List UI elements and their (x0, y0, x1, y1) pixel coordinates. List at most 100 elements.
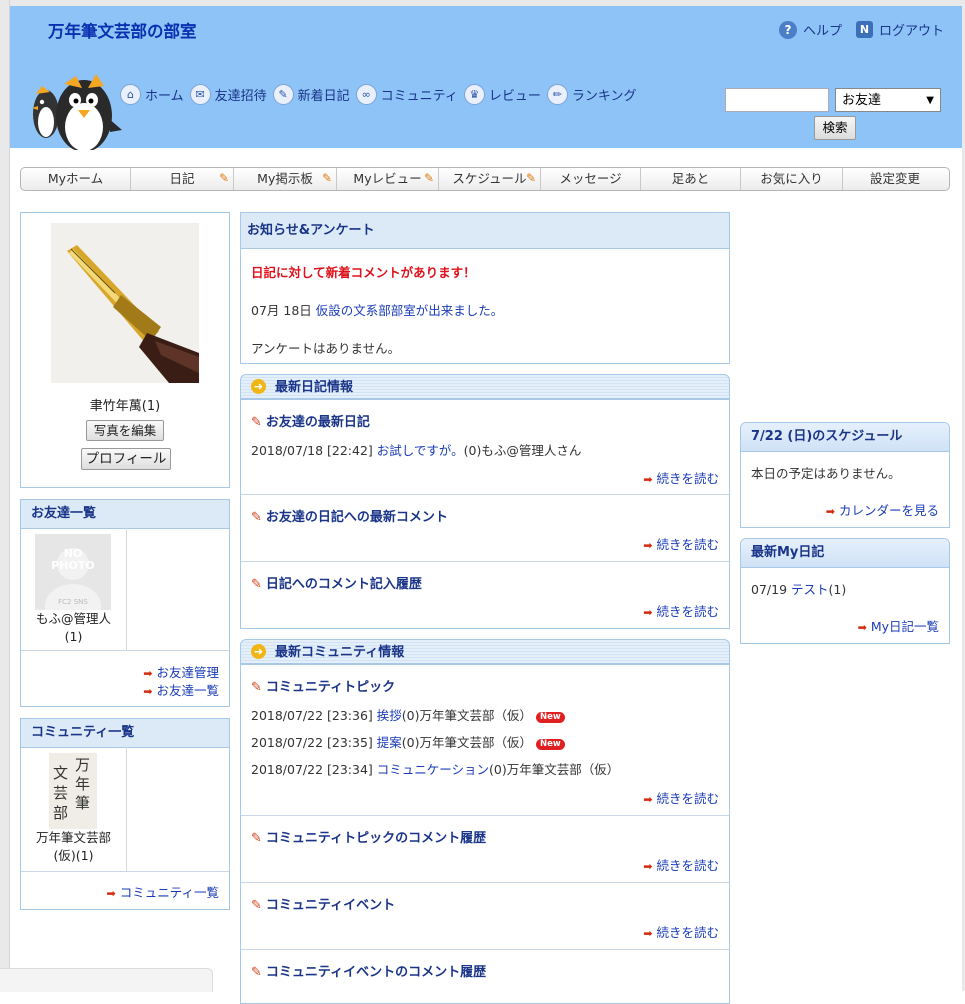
nav-invite[interactable]: ✉ 友達招待 (189, 84, 267, 105)
search-button[interactable]: 検索 (814, 116, 856, 140)
pencil-icon: ✎ (251, 680, 262, 695)
search-scope-select[interactable]: お友達 ▼ (835, 88, 941, 112)
profile-photo[interactable] (51, 223, 199, 383)
divider (241, 882, 729, 883)
friend-name[interactable]: もふ@管理人 (1) (21, 610, 126, 646)
my-diary-count: (1) (828, 582, 847, 597)
calendar-link[interactable]: ➡ カレンダーを見る (826, 500, 939, 519)
calligraphy-char: 部 (53, 804, 69, 822)
help-icon[interactable]: ? (778, 20, 797, 39)
tab-diary[interactable]: 日記 ✎ (131, 168, 234, 190)
friends-diary-title[interactable]: ✎ お友達の最新日記 (251, 411, 370, 430)
read-more-link[interactable]: ➡ 続きを読む (643, 601, 719, 620)
top-navigation: ⌂ ホーム ✉ 友達招待 ✎ 新着日記 ∞ コミュニティ ♛ レビュー ✏ ラン… (120, 84, 637, 105)
nav-community[interactable]: ∞ コミュニティ (355, 84, 458, 105)
fountain-pen-image (51, 223, 199, 383)
friends-diary-title-label: お友達の最新日記 (265, 415, 370, 430)
my-diary-link[interactable]: テスト (791, 582, 829, 597)
pencil-icon[interactable]: ✎ (320, 171, 334, 186)
pencil-icon: ✎ (251, 577, 262, 592)
site-title[interactable]: 万年筆文芸部の部室 (48, 18, 197, 42)
nav-ranking[interactable]: ✏ ランキング (546, 84, 637, 105)
pencil-icon: ✎ (251, 898, 262, 913)
search-input[interactable] (725, 88, 829, 112)
topic-link[interactable]: 挨拶 (377, 708, 402, 723)
nav-invite-label: 友達招待 (214, 89, 267, 104)
community-topic-title[interactable]: ✎ コミュニティトピック (251, 676, 395, 695)
edit-photo-button[interactable]: 写真を編集 (86, 420, 164, 441)
tab-my-board[interactable]: My掲示板 ✎ (234, 168, 337, 190)
community-icon: ∞ (355, 84, 377, 105)
community-item[interactable]: 万 年 文 筆 芸 部 万年筆文芸部 (仮)(1) (21, 747, 127, 872)
topic-comment-history-title[interactable]: ✎ コミュニティトピックのコメント履歴 (251, 827, 486, 846)
nav-home[interactable]: ⌂ ホーム (120, 84, 184, 105)
pencil-icon: ✎ (251, 415, 262, 430)
topic-link[interactable]: 提案 (377, 735, 402, 750)
calligraphy-char: 筆 (75, 794, 91, 812)
read-more-link[interactable]: ➡ 続きを読む (643, 922, 719, 941)
divider (241, 561, 729, 562)
calligraphy-char: 万 (75, 756, 91, 774)
help-logout-area: ? ヘルプ N ログアウト (778, 20, 944, 39)
no-photo-avatar: NO PHOTO FC2 SNS (35, 534, 111, 628)
logout-link[interactable]: ログアウト (879, 20, 944, 39)
news-date: 07月 18日 (251, 303, 312, 318)
tab-settings[interactable]: 設定変更 (843, 168, 947, 190)
tab-messages[interactable]: メッセージ (541, 168, 641, 190)
my-diary-list-link[interactable]: ➡ My日記一覧 (858, 616, 939, 635)
community-list-link[interactable]: ➡ コミュニティ一覧 (107, 882, 219, 901)
arrow-right-icon: ➡ (143, 685, 153, 698)
read-more-label: 続きを読む (656, 791, 719, 806)
pencil-icon[interactable]: ✎ (422, 171, 436, 186)
tab-label: Myレビュー (353, 171, 422, 186)
friends-list-label: お友達一覧 (156, 683, 219, 698)
pencil-icon: ✎ (251, 510, 262, 525)
my-diary-list-label: My日記一覧 (870, 619, 939, 634)
help-link[interactable]: ヘルプ (803, 20, 842, 39)
community-event-label: コミュニティイベント (265, 898, 396, 913)
tab-label: Myホーム (47, 171, 104, 186)
tab-schedule[interactable]: スケジュール ✎ (439, 168, 541, 190)
diary-comment-history-title[interactable]: ✎ 日記へのコメント記入履歴 (251, 573, 422, 592)
community-name[interactable]: 万年筆文芸部 (仮)(1) (21, 829, 126, 865)
penguin-mascot-icon (32, 74, 122, 150)
friends-list-link[interactable]: ➡ お友達一覧 (143, 680, 219, 699)
read-more-label: 続きを読む (656, 925, 719, 940)
pencil-icon[interactable]: ✎ (524, 171, 538, 186)
friends-diary-comments-title[interactable]: ✎ お友達の日記への最新コメント (251, 506, 448, 525)
read-more-link[interactable]: ➡ 続きを読む (643, 855, 719, 874)
event-comment-history-title[interactable]: ✎ コミュニティイベントのコメント履歴 (251, 961, 486, 980)
new-comment-alert[interactable]: 日記に対して新着コメントがあります！ (251, 262, 476, 281)
read-more-link[interactable]: ➡ 続きを読む (643, 468, 719, 487)
tab-favorites[interactable]: お気に入り (741, 168, 843, 190)
logout-icon[interactable]: N (855, 21, 873, 38)
read-more-link[interactable]: ➡ 続きを読む (643, 534, 719, 553)
friends-manage-link[interactable]: ➡ お友達管理 (143, 662, 219, 681)
event-comment-history-label: コミュニティイベントのコメント履歴 (265, 965, 487, 980)
tab-my-review[interactable]: Myレビュー ✎ (337, 168, 439, 190)
my-diary-box: 最新My日記 07/19 テスト(1) ➡ My日記一覧 (740, 538, 950, 644)
news-link[interactable]: 仮設の文系部部室が出来ました。 (316, 303, 504, 318)
pencil-icon[interactable]: ✎ (217, 171, 231, 186)
topic-row: 2018/07/22 [23:34] コミュニケーション(0)万年筆文芸部（仮） (251, 759, 619, 778)
friends-box: お友達一覧 NO PHOTO FC2 SNS もふ@管理人 (1) ➡ お友達管理 ➡… (20, 499, 230, 707)
nav-review[interactable]: ♛ レビュー (463, 84, 541, 105)
friend-item[interactable]: NO PHOTO FC2 SNS もふ@管理人 (1) (21, 528, 127, 651)
community-event-title[interactable]: ✎ コミュニティイベント (251, 894, 395, 913)
topic-link[interactable]: コミュニケーション (377, 762, 489, 777)
no-photo-brand: FC2 SNS (58, 598, 88, 606)
tab-label: メッセージ (559, 171, 622, 186)
arrow-circle-icon: ➜ (251, 379, 266, 394)
nav-new-diary[interactable]: ✎ 新着日記 (272, 84, 350, 105)
diary-entry-link[interactable]: お試しですが。 (377, 443, 464, 458)
divider (21, 650, 229, 651)
my-diary-box-title: 最新My日記 (741, 539, 949, 568)
community-name-label: 万年筆文芸部 (35, 830, 111, 845)
notice-box-title: お知らせ&アンケート (241, 213, 729, 249)
friends-diary-comments-label: お友達の日記への最新コメント (265, 510, 448, 525)
arrow-right-icon: ➡ (643, 927, 653, 940)
read-more-link[interactable]: ➡ 続きを読む (643, 788, 719, 807)
tab-footprints[interactable]: 足あと (641, 168, 741, 190)
tab-my-home[interactable]: Myホーム (21, 168, 131, 190)
profile-button[interactable]: プロフィール (81, 448, 171, 470)
